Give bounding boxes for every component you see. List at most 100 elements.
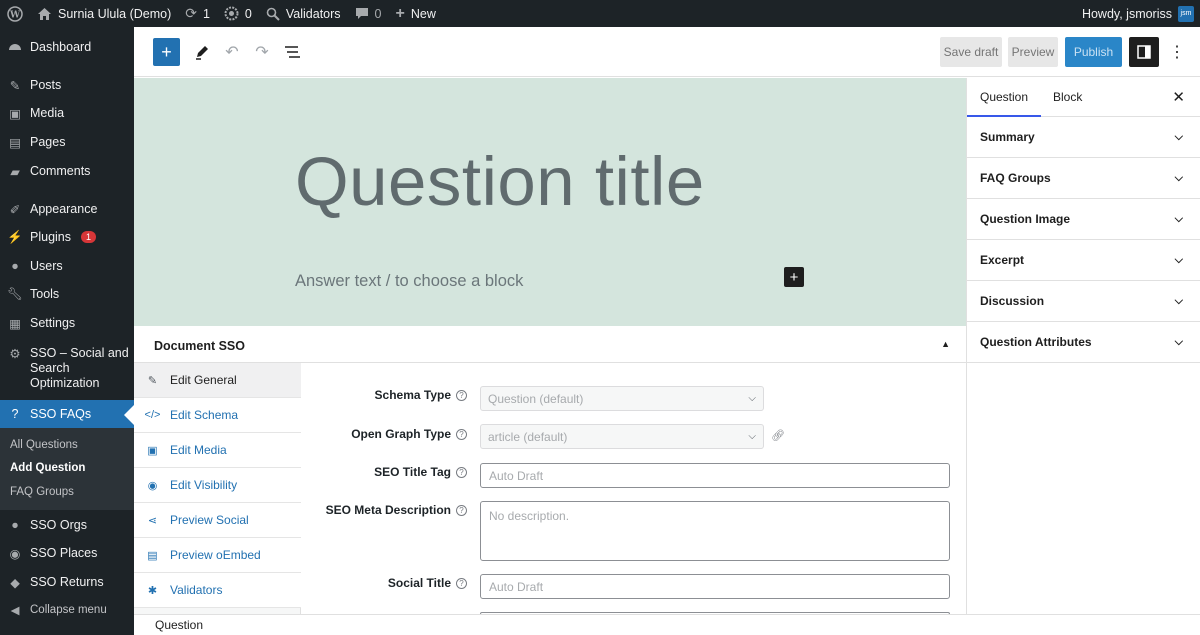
menu-label: SSO Orgs	[30, 518, 87, 532]
preview-button[interactable]: Preview	[1008, 37, 1058, 67]
publish-button[interactable]: Publish	[1065, 37, 1122, 67]
updates-count: 1	[202, 6, 210, 21]
panel-faq-groups[interactable]: FAQ Groups ⌵	[967, 158, 1200, 199]
settings-panel-toggle[interactable]	[1129, 37, 1159, 67]
document-overview-button[interactable]	[282, 37, 302, 67]
panel-title: Discussion	[980, 294, 1045, 308]
menu-pages[interactable]: ▤ Pages	[0, 135, 134, 150]
tools-button[interactable]	[192, 37, 212, 67]
magnify-icon	[266, 7, 280, 21]
sso-menu[interactable]: 0	[217, 0, 259, 27]
block-inserter-button[interactable]: +	[153, 38, 180, 66]
account-menu[interactable]: Howdy, jsmoriss jsm	[1075, 0, 1200, 27]
caret-up-icon[interactable]: ▲	[941, 339, 950, 349]
seo-description-label: SEO Meta Description?	[307, 503, 467, 517]
menu-label: Users	[30, 259, 63, 273]
tab-question[interactable]: Question	[980, 90, 1028, 104]
menu-sso[interactable]: ⚙ SSO – Social and Search Optimization	[0, 346, 134, 391]
tab-label: Validators	[170, 583, 223, 597]
menu-media[interactable]: ▣ Media	[0, 106, 134, 121]
current-menu-arrow	[124, 405, 134, 425]
new-content-menu[interactable]: + New	[389, 0, 443, 27]
tab-edit-visibility[interactable]: ◉ Edit Visibility	[134, 468, 301, 503]
panel-title: Question Image	[980, 212, 1071, 226]
tab-validators[interactable]: ✱ Validators	[134, 573, 301, 608]
metabox-header[interactable]: Document SSO ▲	[134, 326, 966, 363]
breadcrumb-item[interactable]: Question	[155, 618, 203, 632]
sso-count: 0	[244, 6, 252, 21]
menu-posts[interactable]: ✎ Posts	[0, 78, 134, 93]
panel-discussion[interactable]: Discussion ⌵	[967, 281, 1200, 322]
panel-question-attributes[interactable]: Question Attributes ⌵	[967, 322, 1200, 363]
submenu-faq-groups[interactable]: FAQ Groups	[10, 486, 74, 498]
menu-sso-orgs[interactable]: ● SSO Orgs	[0, 518, 134, 532]
menu-dashboard[interactable]: Dashboard	[0, 40, 134, 54]
post-title-input[interactable]: Question title	[295, 142, 705, 221]
input-placeholder: Auto Draft	[489, 579, 544, 594]
location-icon: ◉	[9, 546, 21, 561]
panel-excerpt[interactable]: Excerpt ⌵	[967, 240, 1200, 281]
close-icon[interactable]: ✕	[1172, 88, 1185, 106]
seo-title-input[interactable]: Auto Draft	[480, 463, 950, 488]
menu-label: Media	[30, 106, 65, 120]
validators-menu[interactable]: Validators	[259, 0, 348, 27]
help-icon[interactable]: ?	[456, 578, 467, 590]
help-icon[interactable]: ?	[456, 429, 467, 441]
updates-menu[interactable]: ⟳ 1	[178, 0, 217, 27]
tab-label: Preview oEmbed	[170, 548, 261, 562]
plugin-icon: ⚡	[7, 229, 23, 244]
panel-question-image[interactable]: Question Image ⌵	[967, 199, 1200, 240]
plus-icon: +	[789, 268, 799, 286]
menu-tools[interactable]: 🔧︎ Tools	[0, 287, 134, 302]
admin-bar: W Surnia Ulula (Demo) ⟳ 1 0 Validators 0…	[0, 0, 1200, 27]
menu-sso-returns[interactable]: ◆ SSO Returns	[0, 575, 134, 590]
menu-settings[interactable]: ▦ Settings	[0, 316, 134, 331]
tab-preview-social[interactable]: ⋖ Preview Social	[134, 503, 301, 538]
og-type-select[interactable]: article (default) ⌵	[480, 424, 764, 449]
menu-comments[interactable]: ▰ Comments	[0, 164, 134, 179]
tab-block[interactable]: Block	[1053, 90, 1082, 104]
menu-label: Appearance	[30, 202, 98, 216]
social-title-input[interactable]: Auto Draft	[480, 574, 950, 599]
chevron-down-icon: ⌵	[1174, 130, 1183, 143]
menu-label-line: SSO – Social and	[30, 346, 129, 360]
options-button[interactable]: ⋮	[1167, 37, 1187, 67]
help-icon[interactable]: ?	[456, 467, 467, 479]
tab-preview-oembed[interactable]: ▤ Preview oEmbed	[134, 538, 301, 573]
menu-users[interactable]: ● Users	[0, 259, 134, 273]
select-value: article (default)	[488, 429, 568, 444]
help-icon[interactable]: ?	[456, 505, 467, 517]
menu-appearance[interactable]: ✐ Appearance	[0, 202, 134, 217]
tab-edit-general[interactable]: ✎ Edit General	[134, 363, 301, 398]
submenu-all-questions[interactable]: All Questions	[10, 439, 78, 451]
howdy-text: Howdy, jsmoriss	[1081, 6, 1172, 21]
site-name-menu[interactable]: Surnia Ulula (Demo)	[30, 0, 178, 27]
submenu-add-question[interactable]: Add Question	[10, 462, 85, 474]
label-text: SEO Title Tag	[374, 465, 451, 479]
menu-label: Pages	[30, 135, 66, 149]
menu-sso-places[interactable]: ◉ SSO Places	[0, 546, 134, 561]
menu-plugins[interactable]: ⚡ Plugins 1	[0, 230, 134, 244]
comments-menu[interactable]: 0	[348, 0, 389, 27]
tab-edit-schema[interactable]: </> Edit Schema	[134, 398, 301, 433]
wordpress-logo-menu[interactable]: W	[0, 0, 30, 27]
redo-button[interactable]: ↷	[252, 37, 272, 67]
default-block-appender[interactable]: Answer text / to choose a block	[295, 272, 523, 291]
help-icon[interactable]: ?	[456, 390, 467, 402]
chevron-down-icon: ⌵	[748, 393, 756, 404]
seo-description-textarea[interactable]: No description.	[480, 501, 950, 561]
undo-button[interactable]: ↶	[222, 37, 242, 67]
link-icon[interactable]: 🔗︎	[771, 429, 785, 442]
plus-icon: +	[161, 41, 172, 62]
menu-sso-faqs[interactable]: ? SSO FAQs	[0, 400, 134, 428]
schema-type-select[interactable]: Question (default) ⌵	[480, 386, 764, 411]
menu-label: Comments	[30, 164, 91, 178]
add-block-button[interactable]: +	[784, 267, 804, 287]
tab-edit-media[interactable]: ▣ Edit Media	[134, 433, 301, 468]
menu-label: Tools	[30, 287, 60, 301]
collapse-menu-button[interactable]: ◀ Collapse menu	[0, 603, 134, 617]
save-draft-button[interactable]: Save draft	[940, 37, 1002, 67]
undo-icon: ↶	[225, 44, 239, 61]
panel-summary[interactable]: Summary ⌵	[967, 117, 1200, 158]
label-text: SEO Meta Description	[325, 503, 451, 517]
